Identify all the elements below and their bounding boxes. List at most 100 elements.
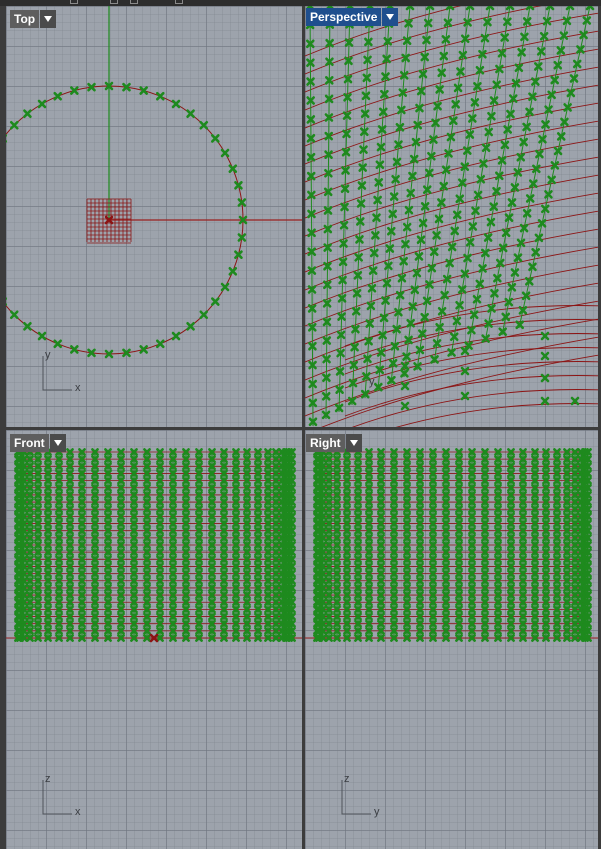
point-marker-icon — [272, 555, 280, 564]
front-viewport-title[interactable]: Front — [10, 434, 49, 452]
point-marker-icon — [117, 476, 125, 485]
point-marker-icon — [195, 526, 203, 535]
point-marker-icon — [208, 555, 216, 564]
point-marker-icon — [232, 634, 240, 642]
point-marker-icon — [254, 634, 262, 642]
point-marker-icon — [130, 612, 138, 621]
perspective-viewport-tab[interactable]: Perspective — [306, 8, 399, 26]
point-marker-icon — [66, 526, 74, 535]
top-viewport-tab[interactable]: Top — [10, 10, 57, 28]
chevron-down-icon[interactable] — [49, 434, 66, 452]
point-marker-icon — [53, 91, 63, 101]
point-marker-icon — [195, 598, 203, 607]
point-marker-icon — [195, 548, 203, 557]
right-viewport[interactable]: Right z y — [305, 430, 598, 849]
point-marker-icon — [531, 576, 539, 585]
point-marker-icon — [208, 591, 216, 599]
point-marker-icon — [220, 526, 228, 535]
point-marker-icon — [156, 555, 164, 564]
point-marker-icon — [208, 483, 216, 492]
chevron-down-icon[interactable] — [382, 8, 399, 26]
perspective-viewport-title[interactable]: Perspective — [306, 8, 382, 26]
point-marker-icon — [343, 584, 351, 592]
point-marker-icon — [429, 591, 437, 599]
point-marker-icon — [519, 462, 527, 471]
right-viewport-title[interactable]: Right — [306, 434, 345, 452]
point-marker-icon — [563, 612, 571, 621]
point-marker-icon — [319, 612, 327, 621]
point-marker-icon — [156, 626, 164, 635]
point-marker-icon — [232, 576, 240, 585]
point-marker-icon — [55, 512, 63, 521]
point-marker-icon — [531, 612, 539, 621]
point-marker-icon — [531, 476, 539, 485]
front-viewport-tab[interactable]: Front — [10, 434, 66, 452]
point-marker-icon — [429, 619, 437, 628]
point-marker-icon — [143, 476, 151, 485]
point-marker-icon — [571, 448, 579, 456]
front-viewport[interactable]: Front z x — [6, 430, 302, 849]
point-marker-icon — [354, 541, 362, 549]
axis-label-x: x — [75, 806, 81, 818]
point-marker-icon — [55, 491, 63, 499]
point-marker-icon — [540, 351, 550, 361]
point-marker-icon — [104, 498, 112, 506]
point-marker-icon — [416, 526, 424, 535]
point-marker-icon — [494, 526, 502, 535]
right-viewport-tab[interactable]: Right — [306, 434, 362, 452]
point-marker-icon — [117, 612, 125, 621]
point-marker-icon — [272, 491, 280, 499]
point-marker-icon — [319, 476, 327, 485]
point-marker-icon — [553, 548, 561, 557]
point-marker-icon — [130, 584, 138, 592]
point-marker-icon — [44, 476, 52, 485]
point-marker-icon — [34, 634, 42, 642]
point-marker-icon — [195, 533, 203, 542]
point-marker-icon — [156, 598, 164, 607]
point-marker-icon — [26, 555, 34, 564]
point-marker-icon — [208, 498, 216, 506]
point-marker-icon — [468, 526, 476, 535]
point-marker-icon — [288, 541, 296, 549]
point-marker-icon — [343, 469, 351, 478]
point-marker-icon — [377, 555, 385, 564]
point-marker-icon — [403, 619, 411, 628]
point-marker-icon — [519, 548, 527, 557]
point-marker-icon — [354, 634, 362, 642]
point-marker-icon — [429, 512, 437, 521]
point-marker-icon — [220, 469, 228, 478]
top-viewport[interactable]: Top y x — [6, 6, 302, 427]
point-marker-icon — [234, 250, 243, 259]
point-marker-icon — [34, 519, 42, 528]
point-marker-icon — [319, 591, 327, 599]
point-marker-icon — [91, 491, 99, 499]
point-marker-icon — [494, 634, 502, 642]
chevron-down-icon[interactable] — [40, 10, 57, 28]
chevron-down-icon[interactable] — [345, 434, 362, 452]
point-marker-icon — [91, 455, 99, 464]
point-marker-icon — [481, 505, 489, 514]
point-marker-icon — [91, 619, 99, 628]
point-marker-icon — [507, 505, 515, 514]
point-marker-icon — [403, 512, 411, 521]
point-marker-icon — [542, 476, 550, 485]
point-marker-icon — [272, 498, 280, 506]
point-marker-icon — [66, 619, 74, 628]
point-marker-icon — [481, 498, 489, 506]
point-marker-icon — [156, 569, 164, 578]
point-marker-icon — [333, 526, 341, 535]
point-marker-icon — [55, 476, 63, 485]
point-marker-icon — [91, 533, 99, 542]
point-marker-icon — [442, 526, 450, 535]
point-marker-icon — [563, 634, 571, 642]
point-marker-icon — [272, 598, 280, 607]
point-marker-icon — [104, 512, 112, 521]
point-marker-icon — [403, 505, 411, 514]
point-marker-icon — [34, 584, 42, 592]
point-marker-icon — [390, 505, 398, 514]
top-viewport-title[interactable]: Top — [10, 10, 40, 28]
axis-label-x: x — [75, 382, 81, 394]
perspective-viewport[interactable]: Perspective y — [305, 6, 598, 427]
point-marker-icon — [20, 505, 28, 514]
point-marker-icon — [272, 634, 280, 642]
